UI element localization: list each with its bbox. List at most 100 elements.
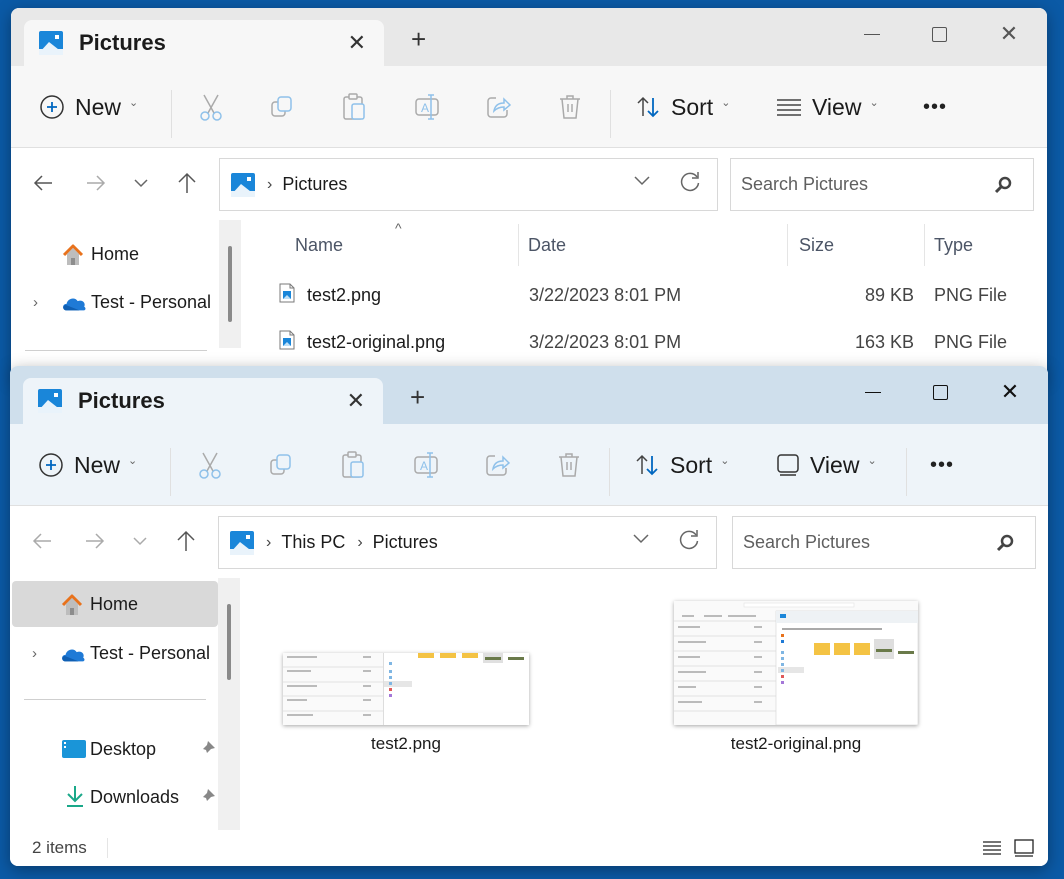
recent-locations-button[interactable] <box>125 526 155 556</box>
view-label: View <box>810 451 860 478</box>
nav-item-onedrive[interactable]: › Test - Personal <box>12 630 218 676</box>
file-size: 89 KB <box>864 285 914 305</box>
navigation-pane: Home › Test - Personal <box>11 220 247 378</box>
plus-circle-icon <box>39 453 63 477</box>
new-tab-button[interactable]: + <box>410 384 425 410</box>
column-divider[interactable] <box>787 224 788 266</box>
nav-label: Downloads <box>90 786 180 807</box>
up-button[interactable] <box>171 526 201 556</box>
recent-locations-button[interactable] <box>126 168 156 198</box>
new-button[interactable]: New ⌄ <box>38 424 137 506</box>
minimize-button[interactable] <box>843 374 903 410</box>
nav-item-downloads[interactable]: Downloads <box>12 774 218 820</box>
copy-icon <box>271 96 292 117</box>
breadcrumb-pictures[interactable]: Pictures <box>373 532 438 553</box>
view-button[interactable]: View ⌄ <box>776 424 877 506</box>
delete-button[interactable] <box>557 424 581 506</box>
rename-button[interactable]: A <box>414 66 442 148</box>
nav-item-onedrive[interactable]: › Test - Personal <box>13 279 219 325</box>
new-button[interactable]: New ⌄ <box>39 66 138 148</box>
address-bar[interactable]: › This PC › Pictures <box>218 516 717 569</box>
plus-circle-icon <box>40 95 64 119</box>
search-input[interactable] <box>743 532 983 553</box>
column-header-size[interactable]: Size <box>799 220 834 270</box>
arrow-left-icon <box>33 175 52 191</box>
nav-scrollbar[interactable] <box>219 220 241 348</box>
column-header-type[interactable]: Type <box>934 220 973 270</box>
minimize-button[interactable] <box>842 16 902 52</box>
file-list-large-icons: test2.png test2-original.png <box>246 578 1048 830</box>
maximize-button[interactable] <box>910 374 970 410</box>
file-date: 3/22/2023 8:01 PM <box>529 285 682 305</box>
explorer-window-back: Pictures ✕ + ✕ New ⌄ A Sort ⌄ View ⌄ •••… <box>11 8 1047 378</box>
paste-button[interactable] <box>341 424 365 506</box>
refresh-button[interactable] <box>678 529 700 556</box>
rename-button[interactable]: A <box>413 424 441 506</box>
column-label: Type <box>934 234 974 255</box>
column-header-date[interactable]: Date <box>528 220 566 270</box>
close-tab-icon[interactable]: ✕ <box>348 30 366 56</box>
close-tab-icon[interactable]: ✕ <box>347 388 365 414</box>
copy-button[interactable] <box>270 66 294 148</box>
share-button[interactable] <box>486 66 512 148</box>
sort-label: Sort <box>671 93 714 120</box>
pin-icon[interactable] <box>198 740 216 758</box>
cut-button[interactable] <box>197 424 223 506</box>
command-bar: New ⌄ A Sort ⌄ View ⌄ ••• <box>11 66 1047 148</box>
column-divider[interactable] <box>924 224 925 266</box>
nav-item-desktop[interactable]: Desktop <box>12 726 218 772</box>
sort-button[interactable]: Sort ⌄ <box>635 66 730 148</box>
breadcrumb-this-pc[interactable]: This PC <box>281 532 345 553</box>
close-window-button[interactable]: ✕ <box>979 16 1039 52</box>
search-button[interactable] <box>995 533 1015 558</box>
tab-pictures[interactable]: Pictures ✕ <box>24 20 384 66</box>
divider <box>170 448 171 496</box>
pin-icon[interactable] <box>198 788 216 806</box>
see-more-button[interactable]: ••• <box>923 66 947 148</box>
back-button[interactable] <box>28 168 58 198</box>
refresh-button[interactable] <box>679 171 701 198</box>
file-item[interactable]: test2-original.png <box>666 578 926 778</box>
view-button[interactable]: View ⌄ <box>776 66 879 148</box>
file-row[interactable]: test2.png 3/22/2023 8:01 PM 89 KB PNG Fi… <box>247 272 1047 318</box>
address-dropdown-button[interactable] <box>632 531 650 549</box>
view-label: View <box>812 93 862 120</box>
tab-pictures[interactable]: Pictures ✕ <box>23 378 383 424</box>
chevron-right-icon[interactable]: › <box>32 645 37 662</box>
details-view-toggle[interactable] <box>978 834 1006 862</box>
new-tab-button[interactable]: + <box>411 26 426 52</box>
nav-scrollbar[interactable] <box>218 578 240 836</box>
arrow-right-icon <box>86 533 105 549</box>
search-button[interactable] <box>993 175 1013 200</box>
nav-item-home[interactable]: Home <box>13 231 219 277</box>
forward-button[interactable] <box>80 526 110 556</box>
address-dropdown-button[interactable] <box>633 173 651 191</box>
file-row[interactable]: test2-original.png 3/22/2023 8:01 PM 163… <box>247 319 1047 365</box>
sort-button[interactable]: Sort ⌄ <box>634 424 729 506</box>
share-button[interactable] <box>485 424 511 506</box>
copy-button[interactable] <box>269 424 293 506</box>
breadcrumb-pictures[interactable]: Pictures <box>282 174 347 195</box>
chevron-down-icon <box>633 534 649 544</box>
scrollbar-thumb[interactable] <box>228 246 232 322</box>
paste-button[interactable] <box>342 66 366 148</box>
scrollbar-thumb[interactable] <box>227 604 231 680</box>
address-row: › Pictures <box>11 148 1047 220</box>
see-more-button[interactable]: ••• <box>930 424 954 506</box>
maximize-button[interactable] <box>909 16 969 52</box>
chevron-right-icon[interactable]: › <box>33 294 38 311</box>
large-icons-view-toggle[interactable] <box>1010 834 1038 862</box>
forward-button[interactable] <box>81 168 111 198</box>
column-divider[interactable] <box>518 224 519 266</box>
column-header-name[interactable]: Name <box>295 220 343 270</box>
nav-item-home[interactable]: Home <box>12 581 218 627</box>
cut-button[interactable] <box>198 66 224 148</box>
up-button[interactable] <box>172 168 202 198</box>
address-bar[interactable]: › Pictures <box>219 158 718 211</box>
search-input[interactable] <box>741 174 981 195</box>
close-window-button[interactable]: ✕ <box>980 374 1040 410</box>
back-button[interactable] <box>27 526 57 556</box>
details-view-icon <box>983 841 1001 855</box>
delete-button[interactable] <box>558 66 582 148</box>
file-item[interactable]: test2.png <box>276 578 536 778</box>
